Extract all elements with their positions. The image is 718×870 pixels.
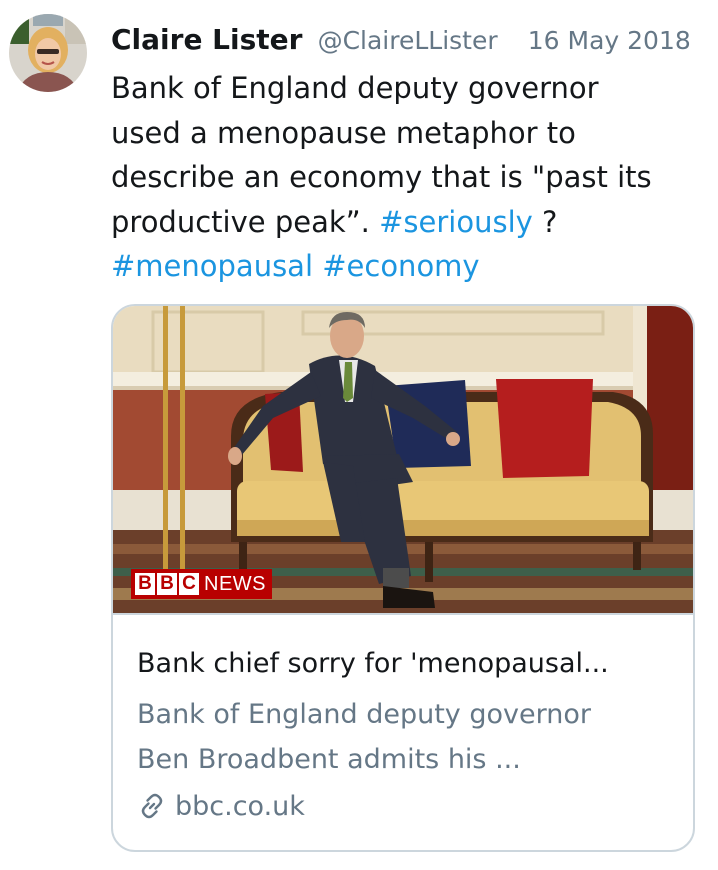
tweet-header: Claire Lister @ClaireLLister 16 May 2018 [111, 18, 711, 62]
card-description-line: Bank of England deputy governor [137, 699, 591, 730]
bbc-logo-block: C [179, 573, 199, 595]
tweet-text: Bank of England deputy governor used a m… [111, 66, 701, 289]
card-description-line: Ben Broadbent admits his ... [137, 744, 521, 775]
link-icon [141, 793, 163, 819]
bbc-news-label: NEWS [204, 572, 266, 595]
tweet-text-fragment: productive peak”. [111, 204, 380, 239]
bbc-logo-block: B [157, 573, 177, 595]
hashtag-economy[interactable]: #economy [322, 249, 479, 283]
tweet-text-line: Bank of England deputy governor [111, 71, 599, 105]
link-preview-card[interactable]: B B C NEWS Bank chief sorry for 'menopau… [111, 304, 695, 852]
tweet-text-line: describe an economy that is "past its [111, 160, 652, 194]
hashtag-menopausal[interactable]: #menopausal [111, 249, 313, 283]
tweet-text-fragment: ? [532, 204, 558, 239]
card-title[interactable]: Bank chief sorry for 'menopausal... [137, 644, 677, 684]
card-description: Bank of England deputy governor Ben Broa… [137, 692, 677, 782]
author-display-name[interactable]: Claire Lister [111, 23, 302, 56]
tweet-text-line: used a menopause metaphor to [111, 115, 576, 150]
card-domain[interactable]: bbc.co.uk [175, 791, 305, 822]
author-handle[interactable]: @ClaireLLister [318, 26, 498, 55]
bbc-logo-block: B [135, 573, 155, 595]
tweet-date[interactable]: 16 May 2018 [528, 26, 691, 55]
card-domain-link[interactable]: bbc.co.uk [137, 786, 305, 826]
hashtag-seriously[interactable]: #seriously [379, 205, 533, 239]
avatar-photo [9, 14, 87, 92]
tweet-text-line: productive peak”. #seriously ? [111, 200, 701, 245]
bbc-news-logo: B B C NEWS [131, 569, 272, 599]
card-photo [113, 306, 693, 613]
card-image[interactable]: B B C NEWS [113, 306, 693, 613]
author-avatar[interactable] [9, 14, 87, 92]
card-divider [113, 613, 693, 615]
tweet-text-line: #menopausal #economy [111, 244, 701, 289]
